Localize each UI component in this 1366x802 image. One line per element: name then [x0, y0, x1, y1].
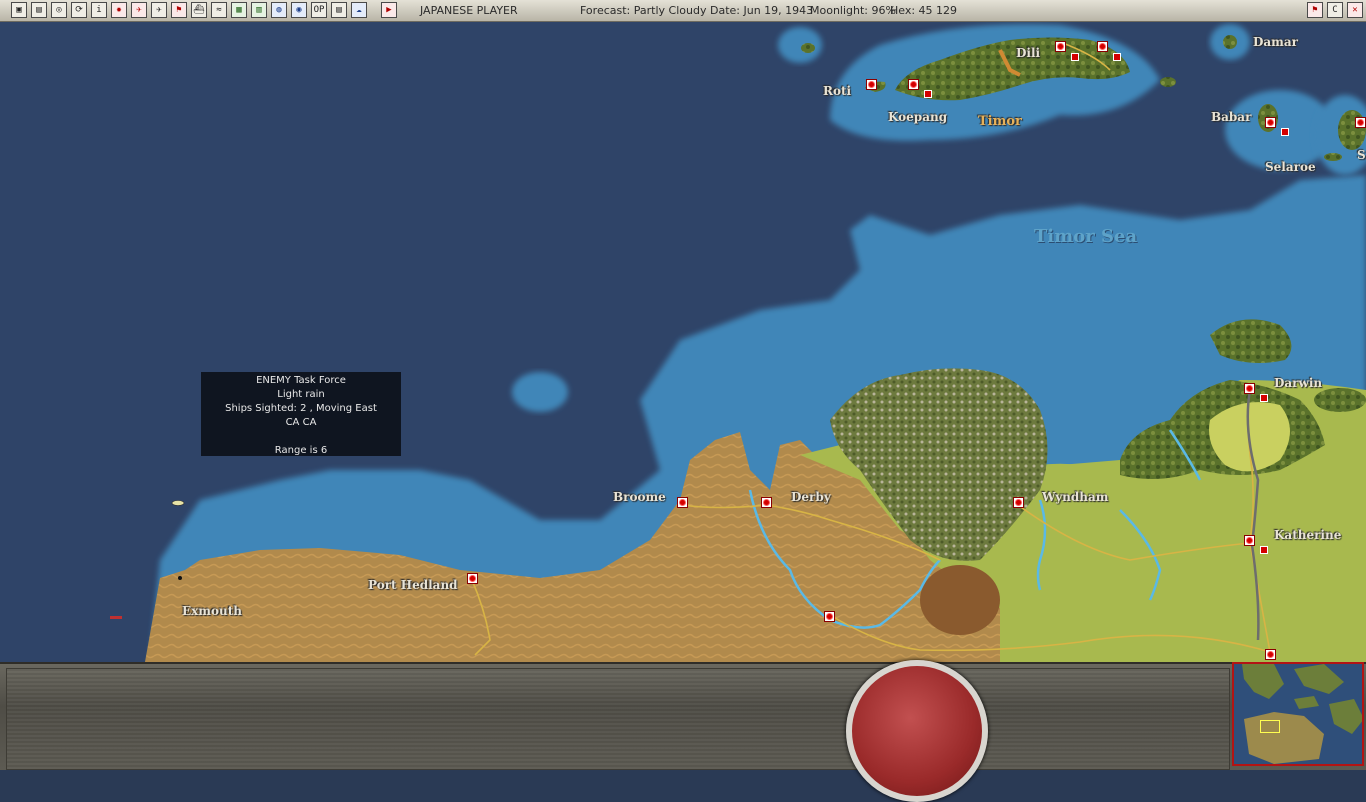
base-marker[interactable] — [1244, 383, 1255, 394]
base-marker[interactable] — [761, 497, 772, 508]
base-marker[interactable] — [1355, 117, 1366, 128]
tooltip-weather: Light rain — [277, 389, 325, 400]
info-button[interactable]: i — [91, 2, 107, 18]
place-s-edge: S — [1357, 148, 1366, 162]
unit-marker[interactable] — [1281, 128, 1289, 136]
map-filter-button[interactable]: ⚑ — [1307, 2, 1323, 18]
base-marker[interactable] — [1055, 41, 1066, 52]
sync-button[interactable]: ⟳ — [71, 2, 87, 18]
end-turn-icon[interactable]: ▶ — [381, 2, 397, 18]
base-marker[interactable] — [1265, 649, 1276, 660]
top-toolbar: ▣ ▤ ◎ ⟳ i ✹ ✈ ✈ ⚑ ⛴ ≈ ▦ ▥ ◍ ◉ OP ▤ ☁ ▶ JAPANESE PLAYER Fo… — [0, 0, 1366, 22]
toggle-view-button[interactable]: ◎ — [51, 2, 67, 18]
terrain-button[interactable]: ▦ — [231, 2, 247, 18]
place-selaroe: Selaroe — [1265, 160, 1316, 174]
save-game-button[interactable]: ▣ — [11, 2, 27, 18]
player-label: JAPANESE PLAYER — [420, 4, 518, 17]
op-button[interactable]: OP — [311, 2, 327, 18]
end-turn-dial-button[interactable] — [846, 660, 988, 802]
bottom-panel — [0, 662, 1366, 770]
tooltip-ship-types: CA CA — [285, 417, 317, 428]
tooltip-range: Range is 6 — [274, 445, 328, 456]
table-button[interactable]: ▤ — [331, 2, 347, 18]
reports-button[interactable]: ▤ — [31, 2, 47, 18]
task-force-tooltip: ENEMY Task Force Light rain Ships Sighte… — [201, 372, 401, 456]
place-broome: Broome — [613, 490, 666, 504]
ship-button[interactable]: ⛴ — [191, 2, 207, 18]
place-babar: Babar — [1211, 110, 1252, 124]
minimap-viewport[interactable] — [1260, 720, 1280, 733]
unit-marker[interactable] — [1260, 546, 1268, 554]
place-exmouth: Exmouth — [182, 604, 242, 618]
place-darwin: Darwin — [1274, 376, 1323, 390]
place-roti: Roti — [823, 84, 852, 98]
place-derby: Derby — [791, 490, 831, 504]
convoy-button[interactable]: ≈ — [211, 2, 227, 18]
close-button[interactable]: ✕ — [1347, 2, 1363, 18]
aircraft-button[interactable]: ✈ — [151, 2, 167, 18]
unit-marker[interactable] — [1071, 53, 1079, 61]
place-damar: Damar — [1253, 35, 1298, 49]
forecast-label: Forecast: Partly Cloudy — [580, 4, 707, 17]
place-port-hedland: Port Hedland — [368, 578, 458, 592]
place-koepang: Koepang — [888, 110, 948, 124]
place-dili: Dili — [1016, 46, 1041, 60]
unit-marker[interactable] — [1260, 394, 1268, 402]
base-marker[interactable] — [1244, 535, 1255, 546]
base-marker[interactable] — [467, 573, 478, 584]
flag-button[interactable]: ⚑ — [171, 2, 187, 18]
moonlight-label: Moonlight: 96% — [810, 4, 896, 17]
strategic-map[interactable]: Damar Dili Roti Koepang Timor Babar Sela… — [0, 22, 1366, 662]
factory-button[interactable]: ▥ — [251, 2, 267, 18]
tooltip-blank — [201, 430, 401, 444]
base-marker[interactable] — [908, 79, 919, 90]
date-label: Date: Jun 19, 1943 — [710, 4, 814, 17]
japan-flag-button[interactable]: ✹ — [111, 2, 127, 18]
info-panel — [6, 668, 1230, 770]
base-marker[interactable] — [1013, 497, 1024, 508]
base-marker[interactable] — [824, 611, 835, 622]
base-marker[interactable] — [866, 79, 877, 90]
globe-button[interactable]: ◍ — [271, 2, 287, 18]
sea-label-timor: Timor Sea — [1034, 226, 1138, 247]
air-units-button[interactable]: ✈ — [131, 2, 147, 18]
tooltip-title: ENEMY Task Force — [256, 375, 346, 386]
hex-label: Hex: 45 129 — [890, 4, 958, 17]
weather-button[interactable]: ☁ — [351, 2, 367, 18]
base-marker[interactable] — [677, 497, 688, 508]
minimap[interactable] — [1232, 662, 1364, 766]
tooltip-ships: Ships Sighted: 2 , Moving East — [225, 403, 377, 414]
base-marker[interactable] — [1265, 117, 1276, 128]
c-button[interactable]: C — [1327, 2, 1343, 18]
minimap-terrain — [1234, 664, 1362, 764]
place-wyndham: Wyndham — [1042, 490, 1109, 504]
place-timor: Timor — [978, 114, 1022, 129]
place-katherine: Katherine — [1274, 528, 1342, 542]
unit-marker[interactable] — [924, 90, 932, 98]
map-terrain — [0, 22, 1366, 662]
target-button[interactable]: ◉ — [291, 2, 307, 18]
unit-marker[interactable] — [1113, 53, 1121, 61]
base-marker[interactable] — [1097, 41, 1108, 52]
